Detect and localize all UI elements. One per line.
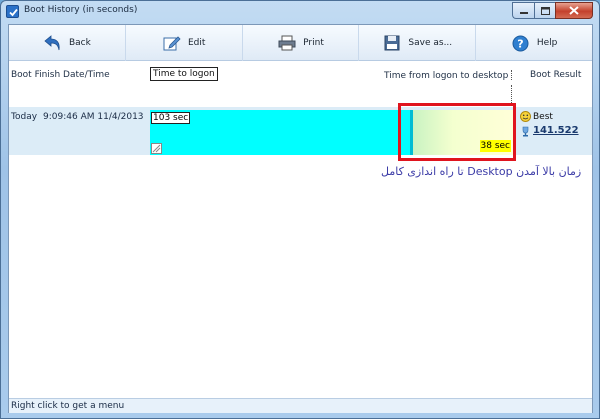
annotation-text: زمان بالا آمدن Desktop تا راه اندازی کام…	[381, 165, 582, 178]
print-button[interactable]: Print	[243, 25, 360, 61]
app-check-icon	[6, 5, 19, 18]
save-as-button[interactable]: Save as...	[359, 25, 477, 61]
close-icon	[569, 6, 579, 15]
help-label: Help	[536, 38, 558, 48]
column-divider	[511, 70, 512, 80]
column-header-desktop[interactable]: Time from logon to desktop	[384, 71, 508, 81]
column-divider	[511, 85, 512, 105]
smiley-icon	[520, 111, 531, 122]
logon-time-bar[interactable]: 103 sec	[150, 110, 410, 155]
edit-label: Edit	[187, 38, 206, 48]
client-area: Back Edit Print Save as... ? Help Boot F…	[8, 24, 593, 413]
resize-handle-icon[interactable]	[151, 143, 162, 154]
result-score[interactable]: 141.522	[533, 125, 579, 136]
window-controls	[512, 2, 593, 19]
save-as-label: Save as...	[408, 38, 453, 48]
row-date: Today 9:09:46 AM 11/4/2013	[11, 112, 144, 122]
edit-button[interactable]: Edit	[126, 25, 243, 61]
highlight-box	[398, 103, 516, 161]
logon-time-label: 103 sec	[151, 112, 191, 124]
help-question-icon: ?	[511, 33, 531, 53]
svg-text:?: ?	[518, 37, 524, 50]
maximize-button[interactable]	[534, 2, 555, 19]
minimize-icon	[519, 11, 528, 14]
print-label: Print	[303, 38, 324, 48]
back-label: Back	[68, 38, 91, 48]
back-arrow-icon	[43, 33, 63, 53]
maximize-icon	[540, 6, 550, 15]
close-button[interactable]	[555, 2, 593, 19]
toolbar: Back Edit Print Save as... ? Help	[9, 25, 592, 61]
back-button[interactable]: Back	[9, 25, 126, 61]
floppy-disk-icon	[382, 33, 402, 53]
minimize-button[interactable]	[512, 2, 534, 19]
status-bar: Right click to get a menu	[9, 398, 592, 413]
title-bar[interactable]: Boot History (in seconds)	[1, 1, 599, 23]
printer-icon	[277, 33, 297, 53]
boot-history-window: Boot History (in seconds) Back Edit Prin…	[0, 0, 600, 419]
result-label: Best	[533, 112, 553, 122]
row-time: 9:09:46 AM 11/4/2013	[43, 112, 144, 122]
help-button[interactable]: ? Help	[476, 25, 592, 61]
edit-pencil-icon	[162, 33, 182, 53]
window-title: Boot History (in seconds)	[24, 5, 138, 15]
trophy-icon	[520, 126, 531, 137]
column-header-result[interactable]: Boot Result	[530, 70, 581, 80]
column-header-date[interactable]: Boot Finish Date/Time	[11, 70, 110, 80]
status-text: Right click to get a menu	[11, 401, 125, 411]
column-header-logon[interactable]: Time to logon	[150, 67, 218, 81]
row-day: Today	[11, 112, 38, 122]
